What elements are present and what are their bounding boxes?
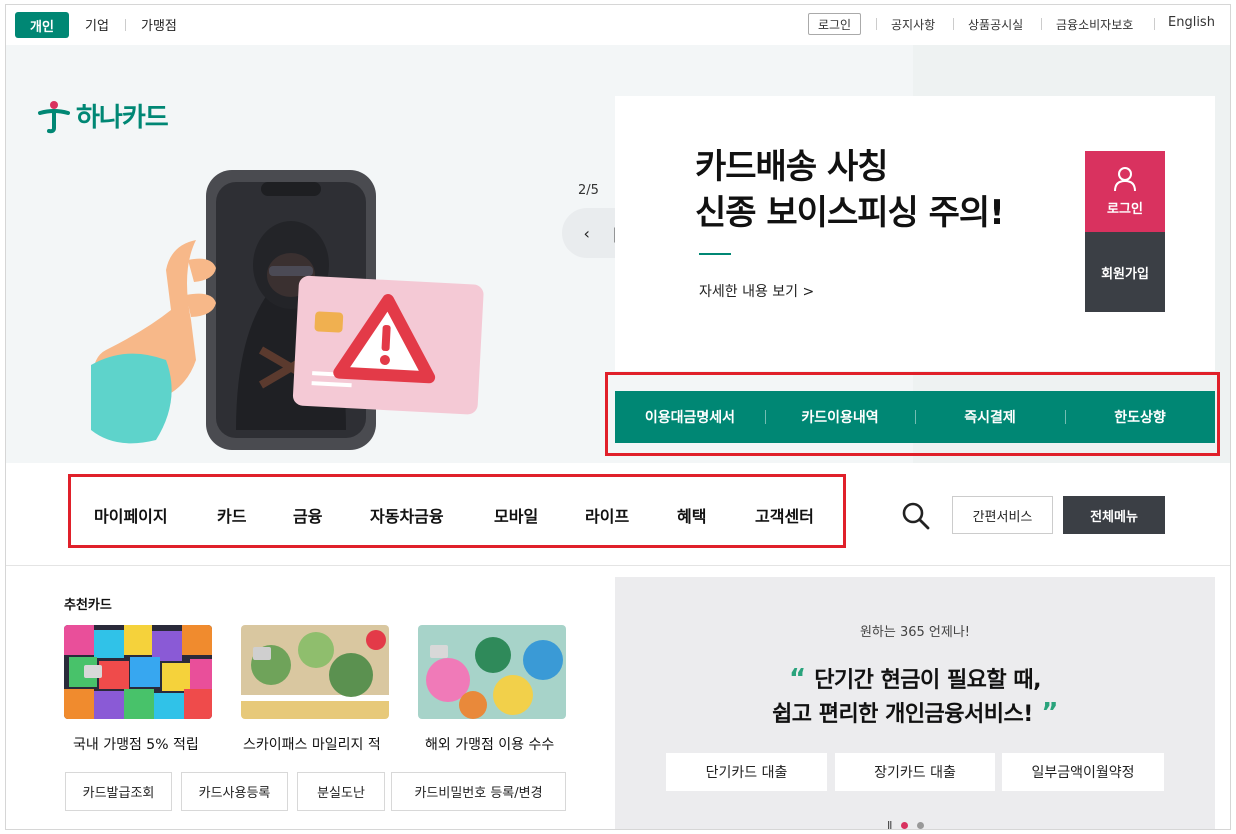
search-icon[interactable] [901,501,931,531]
revolving-payment-button[interactable]: 일부금액이월약정 [1002,753,1164,791]
all-menu-button[interactable]: 전체메뉴 [1063,496,1165,534]
pagination-dot-active[interactable] [901,822,909,829]
promo-quote: “ 단기간 현금이 필요할 때, 쉽고 편리한 개인금융서비스! ” [615,663,1215,731]
recommended-title: 추천카드 [64,598,112,613]
hana-card-logo[interactable]: 하나카드 [36,97,169,134]
nav-card[interactable]: 카드 [217,503,246,527]
hana-logo-icon [38,100,70,133]
promo-subtitle: 원하는 365 언제나! [859,625,971,640]
card-name-overseas[interactable]: 해외 가맹점 이용 수수 [425,734,570,754]
promo-quote-line2: 쉽고 편리한 개인금융서비스! [772,702,1033,727]
nav-customer-center[interactable]: 고객센터 [755,503,814,527]
highlight-box-nav [68,474,846,548]
browser-frame: 개인 기업 가맹점 로그인 공지사항 상품공시실 금융소비자보호 English… [5,4,1231,830]
highlight-box-quick-menu [605,372,1220,456]
nav-mypage[interactable]: 마이페이지 [94,503,168,527]
top-utility-bar: 개인 기업 가맹점 로그인 공지사항 상품공시실 금융소비자보호 English [6,5,1230,45]
hero-login-button[interactable]: 로그인 [1085,151,1165,232]
long-term-loan-button[interactable]: 장기카드 대출 [835,753,995,791]
shortcut-card-pin[interactable]: 카드비밀번호 등록/변경 [391,772,566,811]
phishing-warning-illustration [91,170,484,450]
shortcut-lost-stolen[interactable]: 분실도난 [297,772,385,811]
hero-title: 카드배송 사칭 신종 보이스피싱 주의! [695,144,1005,236]
card-art-travel [418,625,566,719]
divider [953,18,954,30]
card-image-travlog[interactable] [418,625,566,719]
divider [1154,18,1155,30]
divider [1041,18,1042,30]
finance-promo-section: 원하는 365 언제나! “ 단기간 현금이 필요할 때, 쉽고 편리한 개인금… [615,577,1215,829]
login-label: 로그인 [1107,202,1143,217]
nav-life[interactable]: 라이프 [585,503,629,527]
pagination-dot[interactable] [917,822,925,829]
nav-mobile[interactable]: 모바일 [494,503,538,527]
open-quote-icon: “ [789,664,815,694]
hero-title-line1: 카드배송 사칭 [695,147,889,187]
util-login-button[interactable]: 로그인 [808,13,861,35]
card-art-gold [241,625,389,719]
card-name-domestic[interactable]: 국내 가맹점 5% 적립 [73,734,238,754]
easy-service-button[interactable]: 간편서비스 [952,496,1053,534]
link-product-disclosure[interactable]: 상품공시실 [968,16,1023,33]
promo-quote-line1: 단기간 현금이 필요할 때, [814,668,1041,693]
link-consumer-protection[interactable]: 금융소비자보호 [1056,16,1133,33]
tab-personal[interactable]: 개인 [15,12,69,38]
promo-pagination: ǁ [887,819,925,829]
link-english[interactable]: English [1168,15,1215,30]
close-quote-icon: ” [1032,698,1058,728]
card-art-colorful [64,625,212,719]
divider [125,19,126,31]
user-icon [1114,167,1136,192]
shortcut-card-issuance[interactable]: 카드발급조회 [65,772,172,811]
join-button[interactable]: 회원가입 [1085,232,1165,312]
tab-business[interactable]: 기업 [85,15,109,34]
nav-auto-finance[interactable]: 자동차금융 [370,503,444,527]
shortcut-card-registration[interactable]: 카드사용등록 [181,772,288,811]
divider [876,18,877,30]
hero-title-line2: 신종 보이스피싱 주의! [695,193,1005,233]
hero-more-link[interactable]: 자세한 내용 보기 > [699,281,814,301]
card-image-skypass[interactable] [241,625,389,719]
short-term-loan-button[interactable]: 단기카드 대출 [666,753,827,791]
link-notice[interactable]: 공지사항 [891,16,935,33]
pause-icon[interactable]: ǁ [887,819,892,829]
prev-slide-icon[interactable]: ‹ [584,224,590,243]
nav-finance[interactable]: 금융 [293,503,322,527]
card-image-domestic[interactable] [64,625,212,719]
card-name-skypass[interactable]: 스카이패스 마일리지 적 [243,734,391,754]
brand-name: 하나카드 [76,103,169,133]
nav-benefits[interactable]: 혜택 [677,503,706,527]
hero-accent-rule [699,253,731,255]
slide-counter: 2/5 [578,183,599,198]
tab-merchant[interactable]: 가맹점 [141,15,177,34]
